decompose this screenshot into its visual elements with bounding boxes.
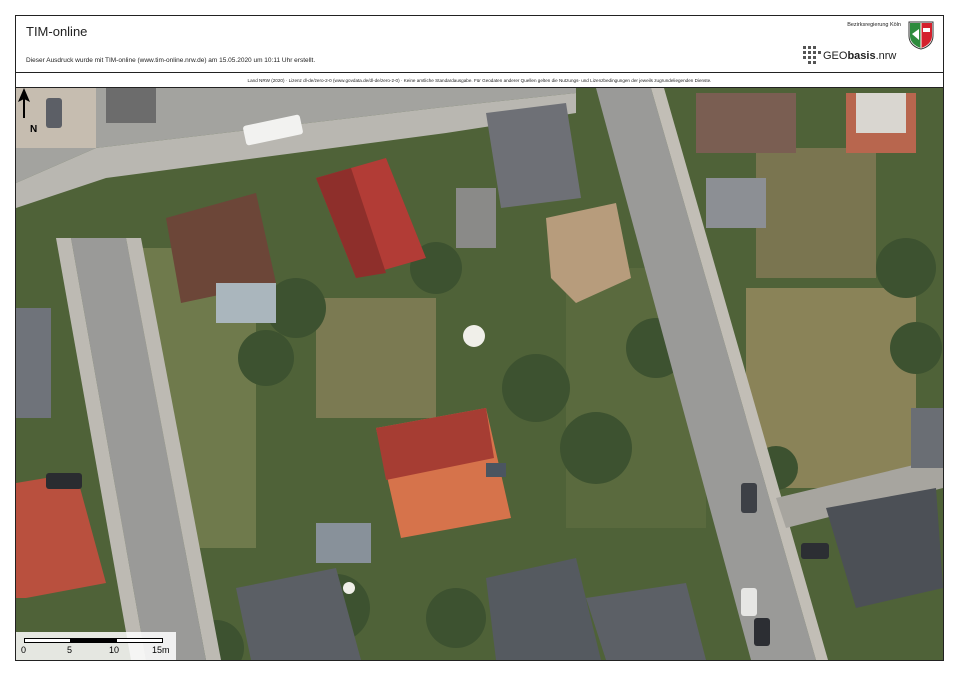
scale-label-0: 0 bbox=[21, 645, 27, 655]
aerial-image bbox=[16, 88, 943, 660]
logo-bold: basis bbox=[847, 50, 876, 62]
print-info-text: Dieser Ausdruck wurde mit TIM-online (ww… bbox=[26, 57, 316, 64]
scale-segment-2 bbox=[70, 638, 117, 643]
authority-label: Bezirksregierung Köln bbox=[847, 22, 901, 28]
scale-label-5: 5 bbox=[67, 645, 73, 655]
license-line: Land NRW (2020) · Lizenz dl-de/zero-2-0 … bbox=[16, 72, 943, 88]
scale-segment-3 bbox=[116, 638, 163, 643]
geobasis-logo: GEObasis.nrw bbox=[801, 42, 901, 68]
scale-label-10: 10 bbox=[109, 645, 120, 655]
page-title: TIM-online bbox=[26, 24, 88, 39]
logo-prefix: GEO bbox=[823, 50, 848, 62]
scale-label-15m: 15m bbox=[152, 645, 170, 655]
logo-suffix: .nrw bbox=[875, 50, 897, 62]
geobasis-grid-icon bbox=[803, 46, 821, 64]
scale-bar: 0 5 10 15m bbox=[16, 632, 176, 660]
print-frame: TIM-online Dieser Ausdruck wurde mit TIM… bbox=[15, 15, 944, 661]
nrw-crest-icon bbox=[908, 21, 934, 50]
aerial-map[interactable]: N 0 5 10 15m bbox=[16, 88, 943, 660]
scale-segment-1 bbox=[24, 638, 71, 643]
north-label: N bbox=[30, 124, 38, 135]
print-header: TIM-online Dieser Ausdruck wurde mit TIM… bbox=[16, 16, 943, 72]
